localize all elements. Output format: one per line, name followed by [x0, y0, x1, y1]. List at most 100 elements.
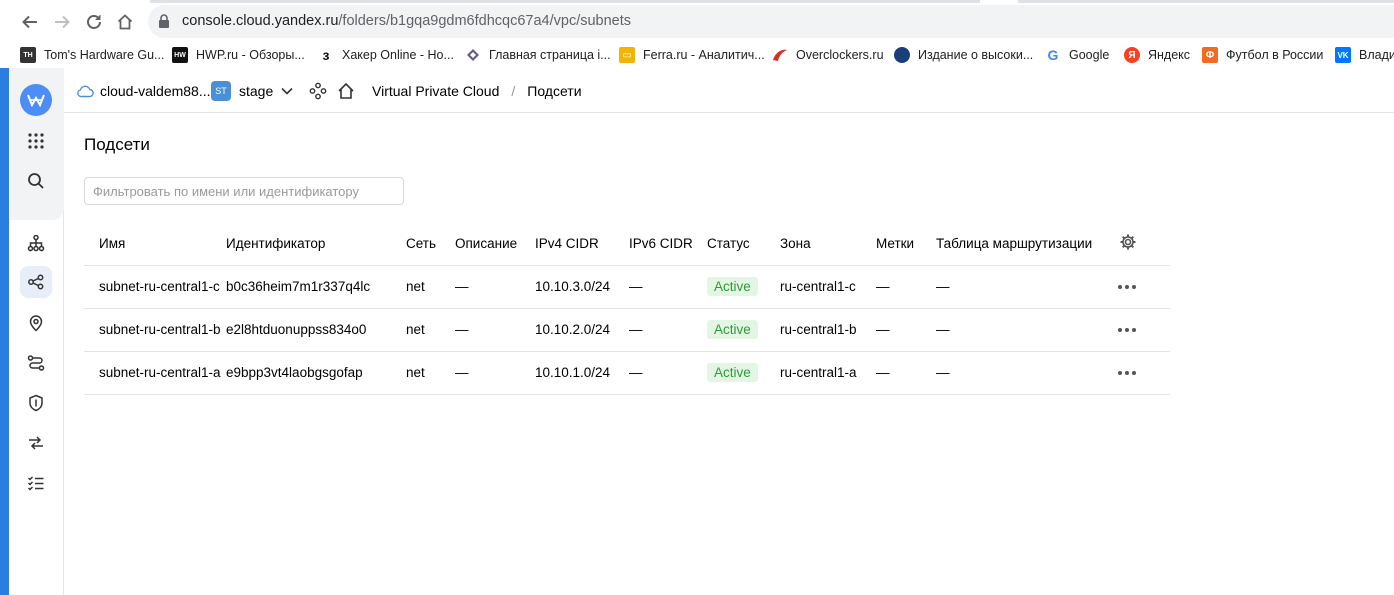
forward-arrow-icon[interactable]: [50, 10, 74, 34]
column-header-status[interactable]: Статус: [707, 223, 780, 266]
bookmark-item[interactable]: TH Tom's Hardware Gu...: [20, 45, 164, 65]
shield-icon[interactable]: [20, 387, 52, 419]
app-sidebar: [9, 68, 64, 595]
bookmark-item[interactable]: G Google: [1045, 45, 1109, 65]
cell-network-link[interactable]: net: [406, 308, 455, 352]
row-actions-menu-icon[interactable]: [1113, 351, 1170, 395]
breadcrumb: Virtual Private Cloud / Подсети: [372, 68, 582, 113]
column-header-network[interactable]: Сеть: [406, 223, 455, 266]
cell-ipv4: 10.10.1.0/24: [535, 351, 629, 395]
row-actions-menu-icon[interactable]: [1113, 308, 1170, 352]
bookmarks-bar: TH Tom's Hardware Gu... HW HWP.ru - Обзо…: [0, 42, 1394, 68]
column-header-id[interactable]: Идентификатор: [226, 223, 406, 266]
tab-strip-edge: [150, 0, 980, 3]
yandex-icon: Я: [1124, 47, 1140, 63]
cell-ipv6: —: [629, 265, 707, 309]
cell-description: —: [455, 308, 535, 352]
cell-zone: ru-central1-a: [780, 351, 876, 395]
services-grid-icon[interactable]: [20, 125, 52, 157]
cell-id: b0c36heim7m1r337q4lc: [226, 265, 406, 309]
home-icon[interactable]: [337, 68, 355, 113]
column-header-labels[interactable]: Метки: [876, 223, 936, 266]
route-icon[interactable]: [20, 347, 52, 379]
cloud-icon: [76, 84, 94, 98]
cell-id: e2l8htduonuppss834o0: [226, 308, 406, 352]
cell-route-table: —: [936, 308, 1113, 352]
bookmark-item[interactable]: Overclockers.ru: [772, 45, 884, 65]
cell-description: —: [455, 351, 535, 395]
address-bar[interactable]: console.cloud.yandex.ru/folders/b1gqa9gd…: [148, 5, 1394, 38]
checklist-icon[interactable]: [20, 467, 52, 499]
xakep-icon: ɜ: [318, 47, 334, 63]
chevron-down-icon: [281, 87, 293, 95]
cell-ipv4: 10.10.2.0/24: [535, 308, 629, 352]
breadcrumb-separator: /: [511, 82, 516, 99]
bookmark-item[interactable]: Главная страница i...: [465, 45, 611, 65]
cell-name: subnet-ru-central1-c: [84, 265, 226, 309]
bookmark-item[interactable]: HW HWP.ru - Обзоры...: [172, 45, 305, 65]
bookmark-item[interactable]: ▭ Ferra.ru - Аналитич...: [619, 45, 765, 65]
column-header-route-table[interactable]: Таблица маршрутизации: [936, 223, 1113, 266]
column-header-zone[interactable]: Зона: [780, 223, 876, 266]
network-topology-icon[interactable]: [20, 227, 52, 259]
home-icon[interactable]: [113, 10, 137, 34]
table-header-row: Имя Идентификатор Сеть Описание IPv4 CID…: [84, 223, 1170, 266]
subnets-table: Имя Идентификатор Сеть Описание IPv4 CID…: [84, 223, 1170, 395]
ferra-icon: ▭: [619, 47, 635, 63]
folder-selector[interactable]: ST stage: [211, 68, 293, 113]
row-actions-menu-icon[interactable]: [1113, 265, 1170, 309]
column-header-description[interactable]: Описание: [455, 223, 535, 266]
status-badge: Active: [707, 320, 758, 339]
back-arrow-icon[interactable]: [18, 10, 42, 34]
cell-ipv6: —: [629, 351, 707, 395]
bookmark-item[interactable]: VK Влади: [1335, 45, 1394, 65]
cloud-selector[interactable]: cloud-valdem88...: [76, 68, 211, 113]
google-icon: G: [1045, 47, 1061, 63]
yandex-cloud-logo-icon[interactable]: [20, 84, 52, 116]
diamond-icon: [465, 47, 481, 63]
browser-toolbar: console.cloud.yandex.ru/folders/b1gqa9gd…: [0, 0, 1394, 42]
services-map-icon[interactable]: [309, 68, 327, 113]
table-row[interactable]: subnet-ru-central1-a e9bpp3vt4laobgsgofa…: [84, 351, 1170, 395]
folder-badge: ST: [211, 80, 231, 101]
cell-network-link[interactable]: net: [406, 351, 455, 395]
table-settings-gear-icon[interactable]: [1113, 223, 1170, 266]
reload-icon[interactable]: [82, 10, 106, 34]
column-header-ipv6[interactable]: IPv6 CIDR: [629, 223, 707, 266]
cell-labels: —: [876, 265, 936, 309]
tab-strip-edge: [1018, 0, 1394, 3]
filter-input[interactable]: [84, 177, 404, 205]
background-window-edge: [0, 68, 9, 595]
cell-name: subnet-ru-central1-a: [84, 351, 226, 395]
console-header: cloud-valdem88... ST stage Virtual Priva…: [64, 68, 1394, 113]
subnets-nodes-icon[interactable]: [20, 266, 52, 298]
bookmark-item[interactable]: Я Яндекс: [1124, 45, 1190, 65]
search-icon[interactable]: [20, 165, 52, 197]
column-header-name[interactable]: Имя: [84, 223, 226, 266]
table-row[interactable]: subnet-ru-central1-b e2l8htduonuppss834o…: [84, 308, 1170, 352]
football-icon: Ф: [1202, 47, 1218, 63]
cell-route-table: —: [936, 351, 1113, 395]
breadcrumb-service-link[interactable]: Virtual Private Cloud: [372, 83, 499, 99]
bookmark-item[interactable]: ɜ Хакер Online - Но...: [318, 45, 454, 65]
cell-status: Active: [707, 308, 780, 352]
bookmark-item[interactable]: Ф Футбол в России: [1202, 45, 1323, 65]
location-pin-icon[interactable]: [20, 307, 52, 339]
cell-labels: —: [876, 308, 936, 352]
cell-id: e9bpp3vt4laobgsgofap: [226, 351, 406, 395]
hwp-icon: HW: [172, 47, 188, 63]
cell-status: Active: [707, 265, 780, 309]
cell-network-link[interactable]: net: [406, 265, 455, 309]
transfer-arrows-icon[interactable]: [20, 427, 52, 459]
bookmark-item[interactable]: Издание о высоки...: [894, 45, 1033, 65]
cell-description: —: [455, 265, 535, 309]
table-row[interactable]: subnet-ru-central1-c b0c36heim7m1r337q4l…: [84, 265, 1170, 309]
column-header-ipv4[interactable]: IPv4 CIDR: [535, 223, 629, 266]
vk-icon: VK: [1335, 47, 1351, 63]
breadcrumb-current-page: Подсети: [527, 82, 582, 99]
cell-name: subnet-ru-central1-b: [84, 308, 226, 352]
cell-ipv6: —: [629, 308, 707, 352]
url-text: console.cloud.yandex.ru/folders/b1gqa9gd…: [182, 13, 632, 29]
lock-icon: [158, 14, 170, 33]
page-title: Подсети: [84, 135, 150, 154]
